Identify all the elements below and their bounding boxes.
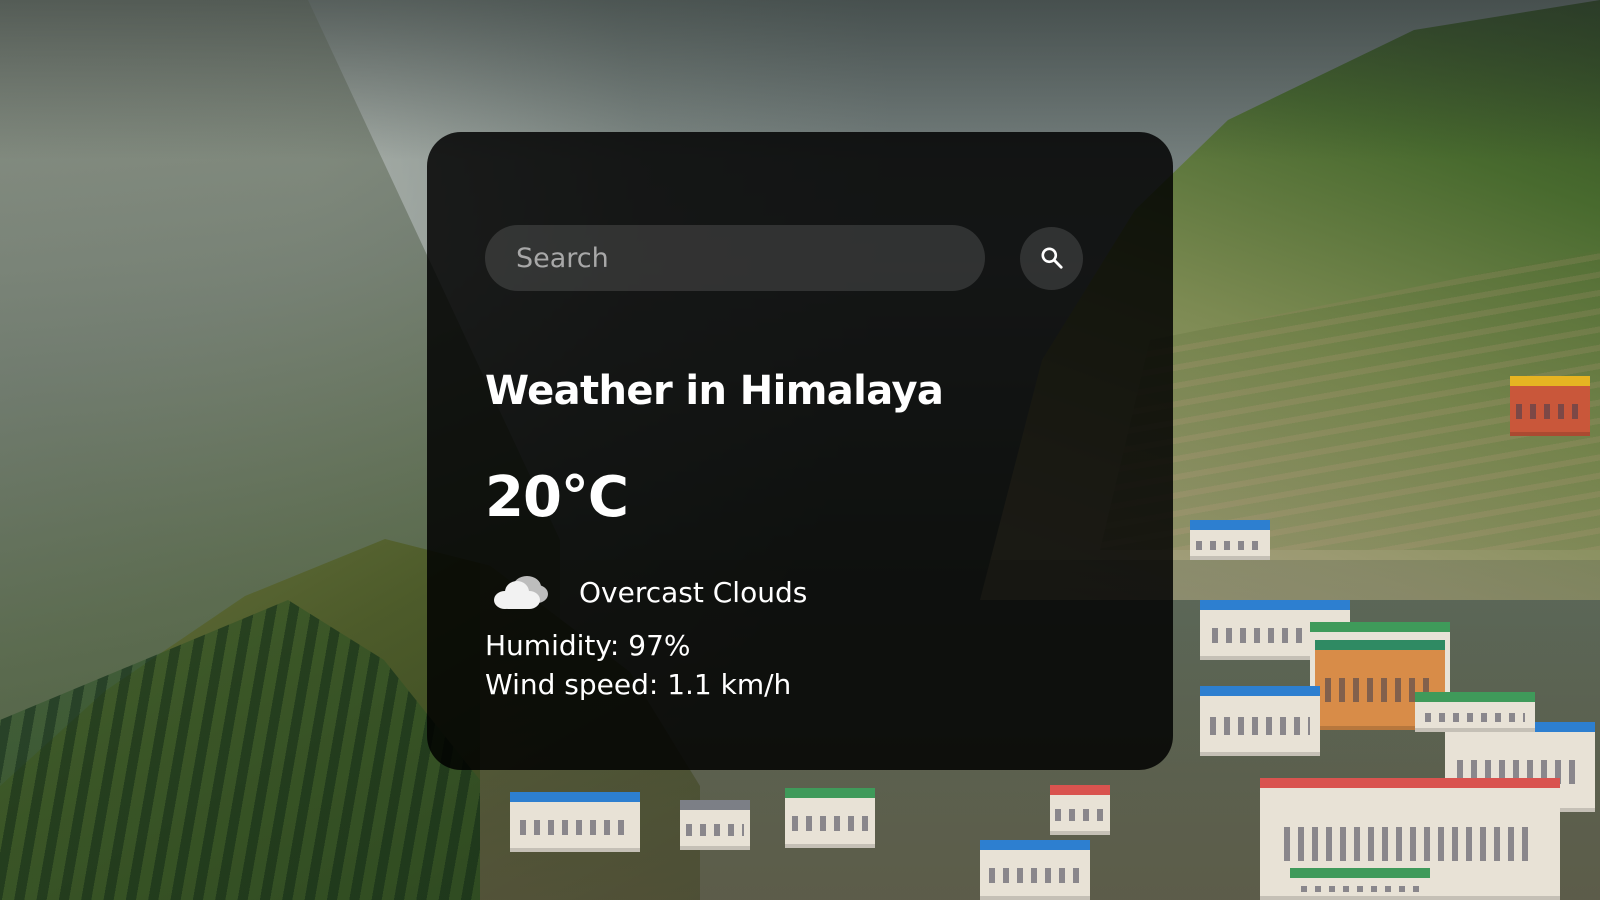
- humidity-readout: Humidity: 97%: [485, 629, 691, 662]
- weather-card: Weather in Himalaya 20°C Overcast Clouds…: [427, 132, 1173, 770]
- weather-app-page: Weather in Himalaya 20°C Overcast Clouds…: [0, 0, 1600, 900]
- weather-condition: Overcast Clouds: [491, 572, 807, 612]
- search-input[interactable]: [485, 225, 985, 291]
- search-bar: [485, 225, 1083, 291]
- wind-speed-readout: Wind speed: 1.1 km/h: [485, 668, 792, 701]
- weather-title: Weather in Himalaya: [485, 368, 944, 414]
- weather-title-container: Weather in Himalaya: [485, 368, 944, 414]
- condition-description: Overcast Clouds: [579, 575, 808, 609]
- cloud-icon: [494, 576, 548, 609]
- search-icon: [1040, 247, 1063, 269]
- temperature: 20°C: [485, 465, 629, 530]
- search-button[interactable]: [1020, 226, 1083, 290]
